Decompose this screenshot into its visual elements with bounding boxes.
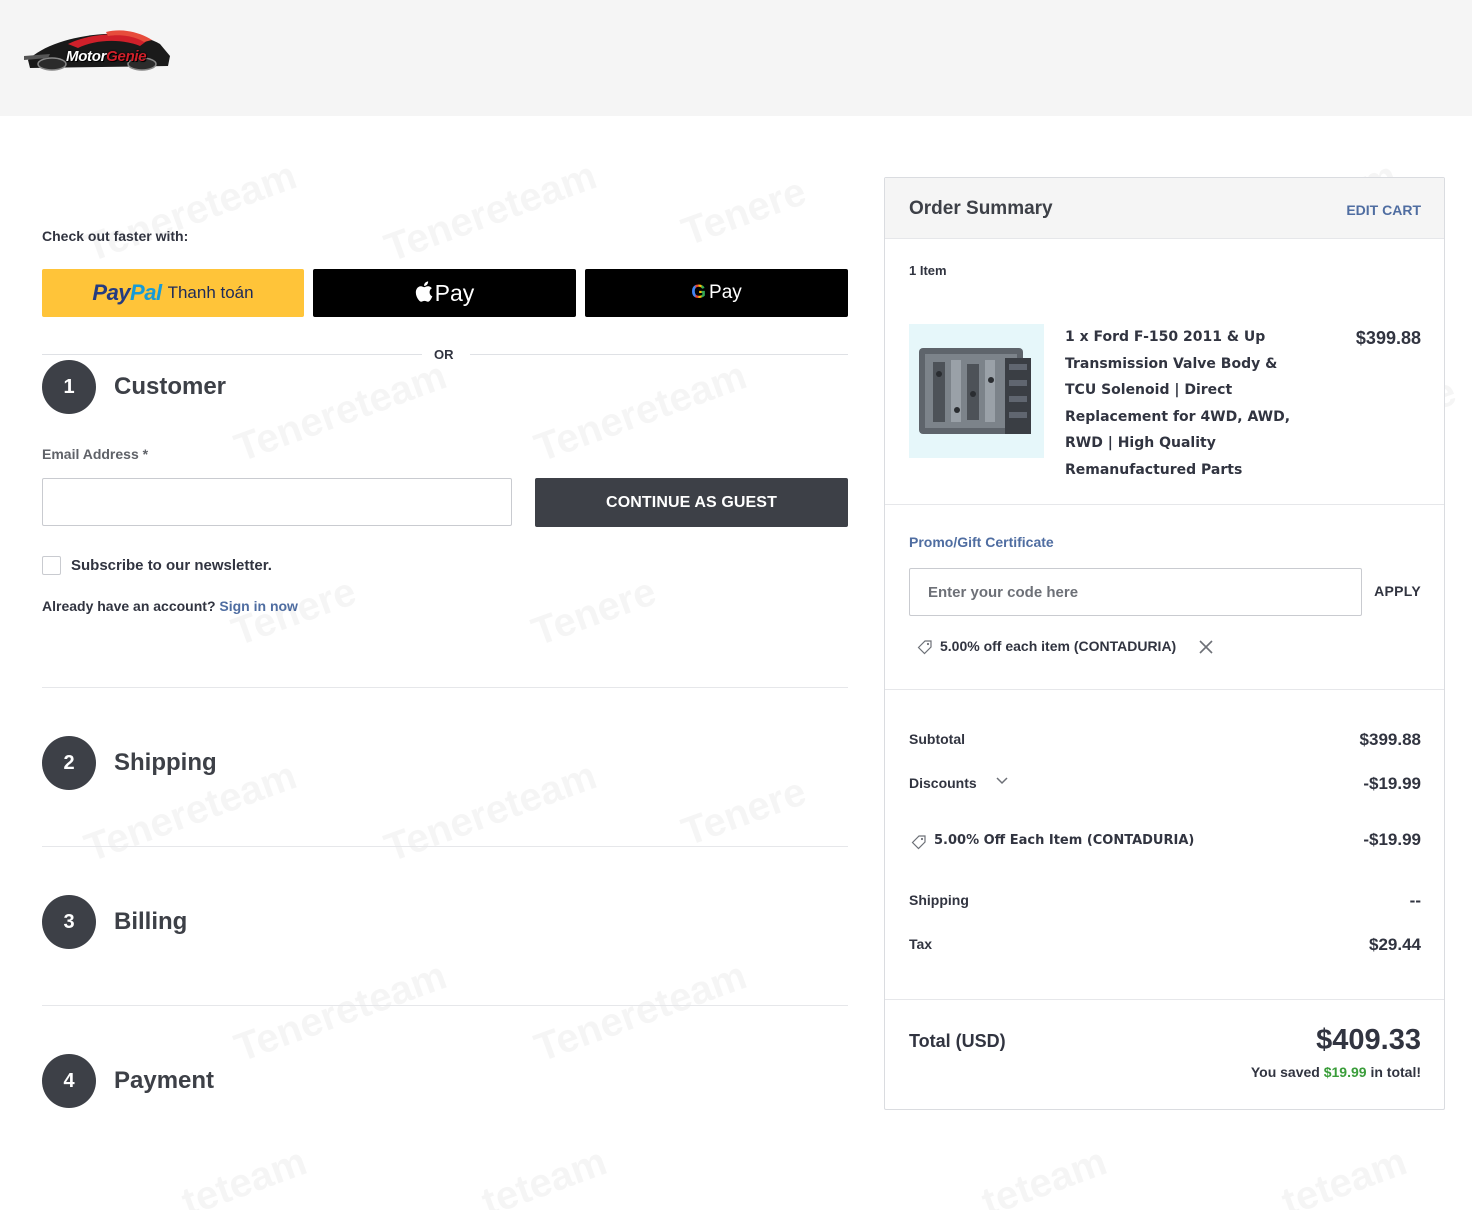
subtotal-label: Subtotal [909, 731, 965, 747]
edit-cart-link[interactable]: EDIT CART [1346, 202, 1421, 218]
order-summary-header: Order Summary EDIT CART [885, 178, 1444, 239]
email-label: Email Address * [42, 446, 149, 462]
valve-body-image [919, 348, 1031, 434]
discounts-label[interactable]: Discounts [909, 775, 977, 791]
promo-label[interactable]: Promo/Gift Certificate [909, 534, 1054, 550]
total-label: Total (USD) [909, 1031, 1006, 1051]
apple-icon [415, 281, 432, 302]
discount-line-label: 5.00% Off Each Item (CONTADURIA) [934, 833, 1195, 848]
paypal-logo: PayPal [92, 280, 162, 305]
google-g-icon: G [691, 282, 707, 303]
subtotal-value: $399.88 [1359, 730, 1421, 749]
summary-divider [885, 999, 1444, 1000]
account-prompt: Already have an account? Sign in now [42, 598, 298, 614]
product-image [909, 324, 1044, 458]
promo-code-input[interactable] [909, 568, 1362, 616]
applied-coupon-label: 5.00% off each item (CONTADURIA) [940, 638, 1177, 654]
continue-as-guest-button[interactable]: CONTINUE AS GUEST [535, 478, 848, 527]
paypal-button[interactable]: PayPal Thanh toán [42, 269, 304, 317]
savings-prefix: You saved [1250, 1064, 1320, 1080]
step-number-customer: 1 [42, 360, 96, 414]
savings-amount: $19.99 [1323, 1064, 1367, 1080]
step-number-payment: 4 [42, 1054, 96, 1108]
tag-icon [911, 835, 926, 850]
savings-suffix: in total! [1370, 1064, 1421, 1080]
paypal-sub-label: Thanh toán [167, 283, 254, 302]
newsletter-checkbox[interactable] [42, 556, 61, 575]
step-number-shipping: 2 [42, 736, 96, 790]
step-title-billing: Billing [114, 908, 188, 935]
section-divider [42, 687, 848, 688]
apple-pay-label: Pay [434, 279, 475, 306]
tag-icon [917, 640, 932, 655]
or-divider-right [470, 354, 848, 355]
section-divider [42, 1005, 848, 1006]
product-price: $399.88 [1355, 328, 1421, 348]
shipping-label: Shipping [909, 892, 969, 908]
logo-text: MotorGenie [66, 48, 147, 65]
site-header: MotorGenie [0, 0, 1472, 116]
step-title-shipping: Shipping [114, 749, 217, 776]
google-pay-label: Pay [709, 282, 742, 303]
sign-in-link[interactable]: Sign in now [219, 598, 298, 614]
product-name: 1 x Ford F-150 2011 & Up Transmission Va… [1065, 329, 1291, 478]
google-pay-button[interactable]: G Pay [585, 269, 848, 317]
order-summary: Order Summary EDIT CART 1 Item 1 x Ford … [884, 177, 1445, 1110]
summary-divider [885, 689, 1444, 690]
newsletter-label[interactable]: Subscribe to our newsletter. [71, 557, 272, 574]
section-divider [42, 846, 848, 847]
step-number-billing: 3 [42, 895, 96, 949]
or-label: OR [434, 347, 454, 362]
apple-pay-button[interactable]: Pay [313, 269, 576, 317]
summary-divider [885, 504, 1444, 505]
email-input[interactable] [42, 478, 512, 526]
checkout-faster-label: Check out faster with: [42, 228, 189, 244]
remove-coupon-close-icon[interactable] [1196, 637, 1216, 657]
step-title-payment: Payment [114, 1067, 215, 1094]
tax-value: $29.44 [1369, 935, 1421, 954]
account-prompt-text: Already have an account? [42, 598, 216, 614]
apply-promo-button[interactable]: APPLY [1374, 583, 1421, 599]
shipping-value: -- [1409, 891, 1421, 910]
total-value: $409.33 [1316, 1024, 1421, 1056]
discount-line-value: -$19.99 [1363, 830, 1421, 849]
savings-text: You saved $19.99 in total! [1251, 1064, 1421, 1080]
step-title-customer: Customer [114, 373, 227, 400]
motorgenie-logo[interactable]: MotorGenie [22, 26, 174, 76]
chevron-down-icon[interactable] [995, 776, 1009, 786]
or-divider-left [42, 354, 422, 355]
tax-label: Tax [909, 936, 933, 952]
order-summary-title: Order Summary [909, 198, 1053, 219]
item-count: 1 Item [909, 263, 947, 278]
discounts-value: -$19.99 [1363, 774, 1421, 793]
